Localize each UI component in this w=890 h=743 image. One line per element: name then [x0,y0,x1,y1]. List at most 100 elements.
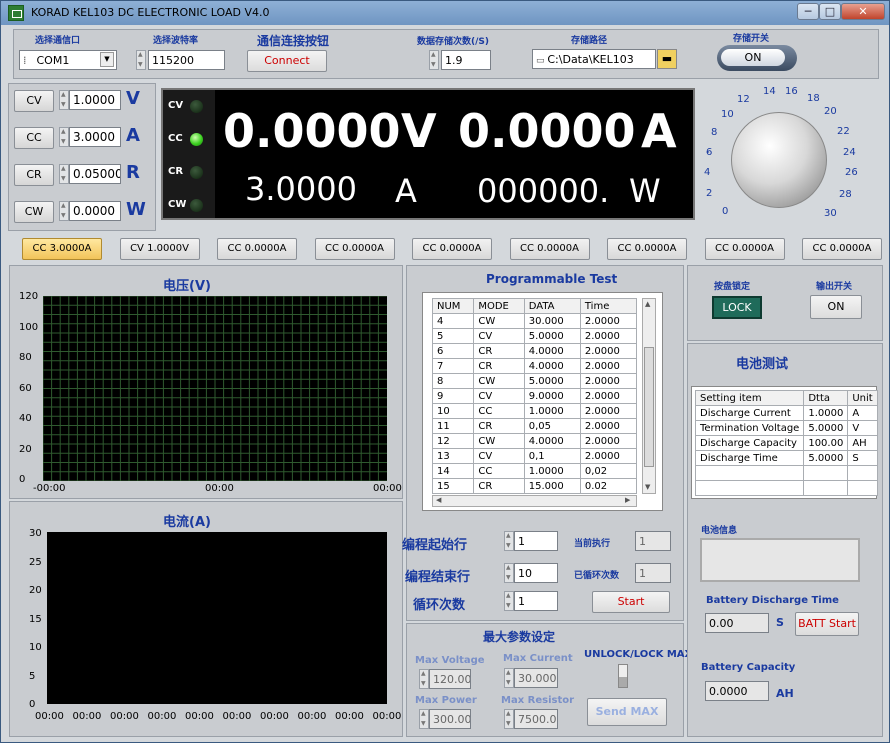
table-cell[interactable]: 5.0000 [803,420,849,436]
program-column-header[interactable]: DATA [523,298,581,314]
table-cell[interactable]: 6 [431,343,475,359]
table-cell[interactable]: 30.000 [523,313,581,329]
preset-tab-1[interactable]: CC 3.0000A [22,238,102,260]
table-row[interactable]: 7 CR 4.0000 2.0000 [431,358,638,374]
scroll-thumb[interactable] [644,347,654,467]
table-cell[interactable]: CW [473,373,525,389]
table-cell[interactable]: CR [473,358,525,374]
table-cell[interactable]: 0.02 [579,478,638,494]
chevron-down-icon[interactable]: ▼ [100,52,114,67]
max-resistor-spinner[interactable] [504,709,514,729]
table-cell[interactable]: CR [473,343,525,359]
loop-spinner[interactable] [504,591,514,611]
connect-button[interactable]: Connect [247,50,327,72]
preset-tab-7[interactable]: CC 0.0000A [607,238,687,260]
table-cell[interactable]: 15 [431,478,475,494]
mode-cr-spinner[interactable] [59,164,69,184]
mode-cr-button[interactable]: CR [14,164,54,186]
batt-start-button[interactable]: BATT Start [795,612,859,636]
start-row-spinner[interactable] [504,531,514,551]
table-cell[interactable]: 5.0000 [523,328,581,344]
table-row[interactable]: 5 CV 5.0000 2.0000 [431,328,638,344]
table-cell[interactable]: Discharge Current [694,405,805,421]
table-cell[interactable]: CC [473,463,525,479]
mode-cc-button[interactable]: CC [14,127,54,149]
table-cell[interactable] [847,465,878,481]
program-table[interactable]: NUM MODE DATA Time 4 CW 30.000 2.0000 5 CV 5.0000 2… [431,298,638,494]
preset-tab-6[interactable]: CC 0.0000A [509,238,590,260]
table-cell[interactable]: 5 [431,328,475,344]
table-row[interactable]: 15 CR 15.000 0.02 [431,478,638,494]
preset-tab-2[interactable]: CV 1.0000V [119,238,200,260]
table-cell[interactable]: 2.0000 [579,388,638,404]
table-cell[interactable] [803,465,849,481]
table-cell[interactable]: 7 [431,358,475,374]
table-cell[interactable]: 9 [431,388,475,404]
table-row[interactable]: 4 CW 30.000 2.0000 [431,313,638,329]
table-cell[interactable]: CV [473,448,525,464]
table-cell[interactable] [847,480,878,496]
mode-cv-button[interactable]: CV [14,90,54,112]
loop-input[interactable]: 1 [514,591,558,611]
table-cell[interactable]: 11 [431,418,475,434]
table-cell[interactable]: 4.0000 [523,433,581,449]
preset-tab-9[interactable]: CC 0.0000A [802,238,882,260]
mode-cw-input[interactable]: 0.0000 [69,201,121,221]
mode-cv-input[interactable]: 1.0000 [69,90,121,110]
table-cell[interactable]: 4.0000 [523,343,581,359]
table-cell[interactable]: 2.0000 [579,433,638,449]
mode-cw-spinner[interactable] [59,201,69,221]
send-max-button[interactable]: Send MAX [587,698,667,726]
table-cell[interactable]: 8 [431,373,475,389]
table-cell[interactable]: 2.0000 [579,343,638,359]
program-hscroll[interactable]: ◀ ▶ [432,495,637,507]
table-cell[interactable]: V [847,420,878,436]
table-cell[interactable]: A [847,405,878,421]
end-row-input[interactable]: 10 [514,563,558,583]
table-cell[interactable]: 12 [431,433,475,449]
preset-tab-8[interactable]: CC 0.0000A [704,238,785,260]
mode-cw-button[interactable]: CW [14,201,54,223]
lock-max-toggle[interactable] [618,664,628,688]
table-row[interactable]: 13 CV 0,1 2.0000 [431,448,638,464]
table-row[interactable]: 10 CC 1.0000 2.0000 [431,403,638,419]
table-cell[interactable]: 1.0000 [803,405,849,421]
table-cell[interactable]: Termination Voltage [694,420,805,436]
table-cell[interactable]: CW [473,433,525,449]
table-cell[interactable]: 0,02 [579,463,638,479]
table-row[interactable]: 14 CC 1.0000 0,02 [431,463,638,479]
store-rate-spinner[interactable] [429,50,439,70]
table-cell[interactable] [694,465,805,481]
mode-cc-spinner[interactable] [59,127,69,147]
table-cell[interactable]: CV [473,388,525,404]
table-cell[interactable]: 100.00 [803,435,849,451]
max-resistor-input[interactable]: 7500.0 [514,709,558,729]
table-cell[interactable]: 5.0000 [803,450,849,466]
mode-cc-input[interactable]: 3.0000 [69,127,121,147]
battery-table[interactable]: Setting item Dtta Unit Discharge Current 1.0… [694,390,878,496]
max-current-spinner[interactable] [504,668,514,688]
table-cell[interactable]: 10 [431,403,475,419]
table-row[interactable]: 12 CW 4.0000 2.0000 [431,433,638,449]
start-row-input[interactable]: 1 [514,531,558,551]
table-cell[interactable]: CV [473,328,525,344]
table-cell[interactable]: AH [847,435,878,451]
preset-tab-5[interactable]: CC 0.0000A [412,238,492,260]
baud-input[interactable]: 115200 [148,50,225,70]
table-cell[interactable]: 14 [431,463,475,479]
table-cell[interactable]: 0,05 [523,418,581,434]
table-row[interactable]: Discharge Capacity 100.00 AH [694,435,878,451]
table-row[interactable]: Discharge Time 5.0000 S [694,450,878,466]
table-cell[interactable]: CR [473,418,525,434]
table-cell[interactable]: 0,1 [523,448,581,464]
table-cell[interactable]: 2.0000 [579,448,638,464]
table-cell[interactable]: 2.0000 [579,328,638,344]
table-cell[interactable]: 2.0000 [579,373,638,389]
program-vscroll[interactable]: ▲ ▼ [642,298,656,494]
store-rate-input[interactable]: 1.9 [441,50,491,70]
table-cell[interactable]: S [847,450,878,466]
scroll-down-icon[interactable]: ▼ [645,483,650,491]
maximize-button[interactable]: □ [819,3,841,20]
table-cell[interactable]: 15.000 [523,478,581,494]
table-cell[interactable]: 1.0000 [523,403,581,419]
